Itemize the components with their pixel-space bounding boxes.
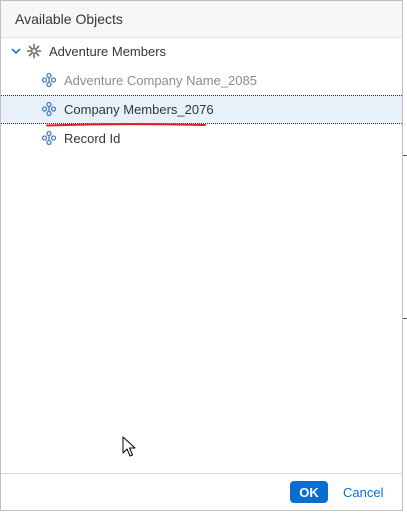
tree-node-label: Record Id (64, 131, 121, 146)
hierarchy-icon (41, 101, 57, 117)
window-edge (403, 0, 407, 513)
ok-button[interactable]: OK (290, 481, 328, 503)
tree-node-record-id[interactable]: Record Id (1, 124, 402, 153)
edge-divider (403, 155, 407, 156)
tree-node-label: Adventure Company Name_2085 (64, 73, 257, 88)
dialog-header: Available Objects (1, 1, 402, 38)
mouse-cursor-icon (122, 436, 136, 457)
dialog-title: Available Objects (15, 11, 123, 27)
hierarchy-icon (41, 130, 57, 146)
cancel-button[interactable]: Cancel (339, 481, 387, 503)
dimension-icon (26, 43, 42, 59)
tree-node-adventure-members[interactable]: Adventure Members (1, 37, 402, 66)
hierarchy-icon (41, 72, 57, 88)
tree-node-label: Company Members_2076 (64, 102, 214, 117)
chevron-down-icon[interactable] (10, 45, 22, 57)
tree-node-company-members[interactable]: Company Members_2076 (1, 95, 402, 124)
edge-divider (403, 318, 407, 319)
tree-node-label: Adventure Members (49, 44, 167, 59)
tree-node-adventure-company-name[interactable]: Adventure Company Name_2085 (1, 66, 402, 95)
red-annotation-underline (46, 123, 206, 127)
dialog-footer: OK Cancel (1, 473, 402, 510)
available-objects-dialog: Available Objects Adventure Members Adve… (0, 0, 403, 511)
